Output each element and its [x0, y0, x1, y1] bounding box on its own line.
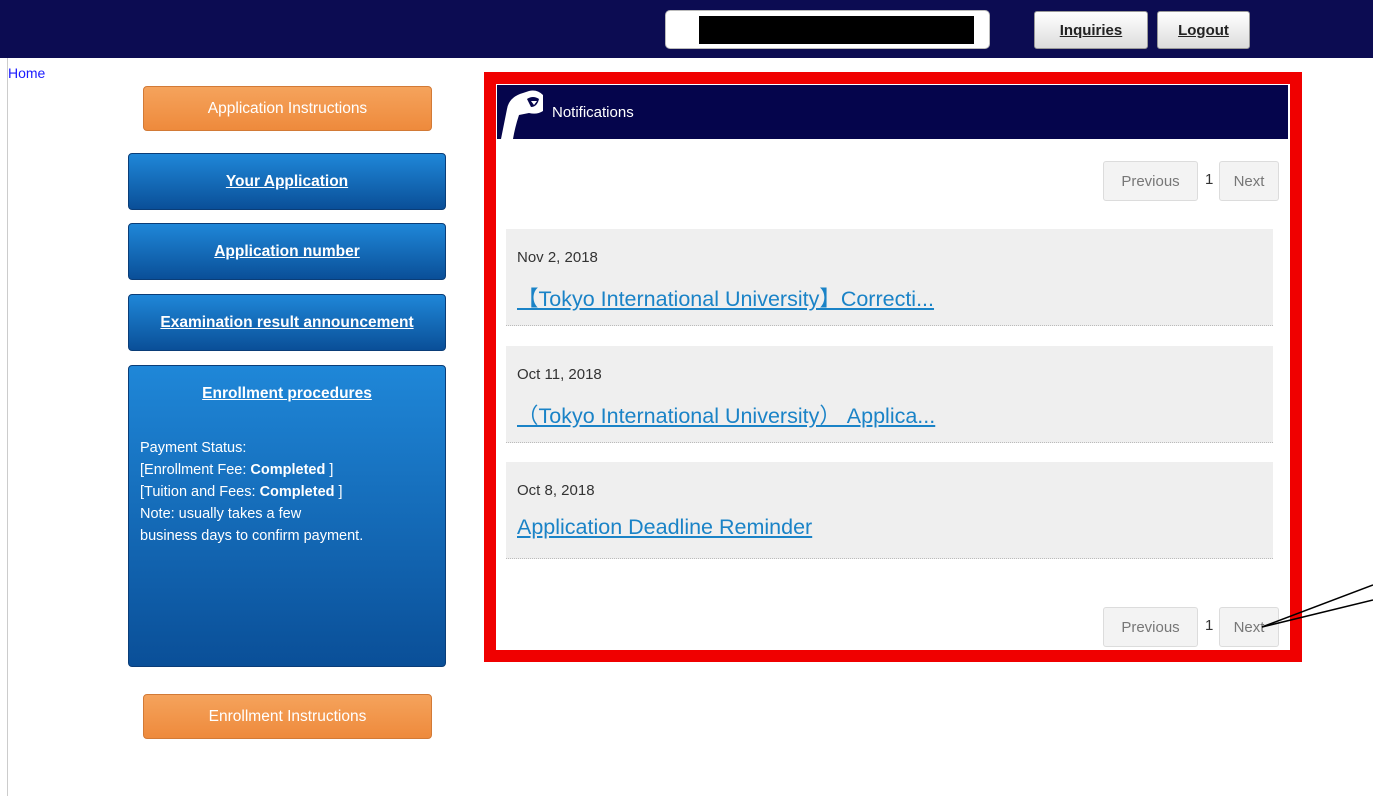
- notifications-header: Notifications: [497, 85, 1288, 139]
- payment-status-text: Payment Status: [Enrollment Fee: Complet…: [140, 437, 440, 547]
- notification-item: Oct 8, 2018 Application Deadline Reminde…: [506, 462, 1273, 559]
- megaphone-icon: [501, 90, 543, 139]
- enrollment-procedures-link[interactable]: Enrollment procedures: [129, 385, 445, 403]
- notification-link[interactable]: Application Deadline Reminder: [517, 515, 812, 540]
- payment-note-line2: business days to confirm payment.: [140, 528, 364, 544]
- enrollment-fee-status: Completed: [250, 462, 326, 478]
- tuition-line: [Tuition and Fees: Completed ]: [140, 481, 440, 503]
- enrollment-fee-line: [Enrollment Fee: Completed ]: [140, 459, 440, 481]
- tuition-bracket: ]: [338, 484, 343, 500]
- tuition-label: [Tuition and Fees:: [140, 484, 256, 500]
- current-page-number: 1: [1205, 617, 1214, 634]
- application-instructions-button[interactable]: Application Instructions: [143, 86, 432, 131]
- notification-item: Nov 2, 2018 【Tokyo International Univers…: [506, 229, 1273, 326]
- current-page-number: 1: [1205, 171, 1214, 188]
- previous-page-button[interactable]: Previous: [1103, 607, 1198, 647]
- your-application-button[interactable]: Your Application: [128, 153, 446, 210]
- application-number-button[interactable]: Application number: [128, 223, 446, 280]
- enrollment-fee-label: [Enrollment Fee:: [140, 462, 247, 478]
- next-page-button[interactable]: Next: [1219, 161, 1279, 201]
- logout-button[interactable]: Logout: [1157, 11, 1250, 49]
- user-name-box: [665, 10, 990, 49]
- notification-date: Oct 11, 2018: [517, 366, 602, 383]
- inquiries-button[interactable]: Inquiries: [1034, 11, 1148, 49]
- payment-status-label: Payment Status:: [140, 440, 247, 456]
- examination-result-button[interactable]: Examination result announcement: [128, 294, 446, 351]
- notification-link[interactable]: 【Tokyo International University】Correcti…: [517, 282, 934, 313]
- notification-date: Nov 2, 2018: [517, 249, 598, 266]
- notification-item: Oct 11, 2018 （Tokyo International Univer…: [506, 346, 1273, 443]
- enrollment-instructions-button[interactable]: Enrollment Instructions: [143, 694, 432, 739]
- payment-note-line1: Note: usually takes a few: [140, 506, 302, 522]
- top-navigation-bar: Inquiries Logout: [0, 0, 1373, 58]
- notification-date: Oct 8, 2018: [517, 482, 595, 499]
- enrollment-procedures-panel: Enrollment procedures Payment Status: [E…: [128, 365, 446, 667]
- notifications-title: Notifications: [552, 104, 634, 121]
- page-left-border: [7, 58, 8, 796]
- redacted-user-name: [699, 16, 974, 44]
- notification-link[interactable]: （Tokyo International University） Applica…: [517, 399, 935, 430]
- previous-page-button[interactable]: Previous: [1103, 161, 1198, 201]
- home-link[interactable]: Home: [8, 65, 45, 81]
- next-page-button[interactable]: Next: [1219, 607, 1279, 647]
- tuition-status: Completed: [259, 484, 335, 500]
- enrollment-fee-bracket: ]: [329, 462, 334, 478]
